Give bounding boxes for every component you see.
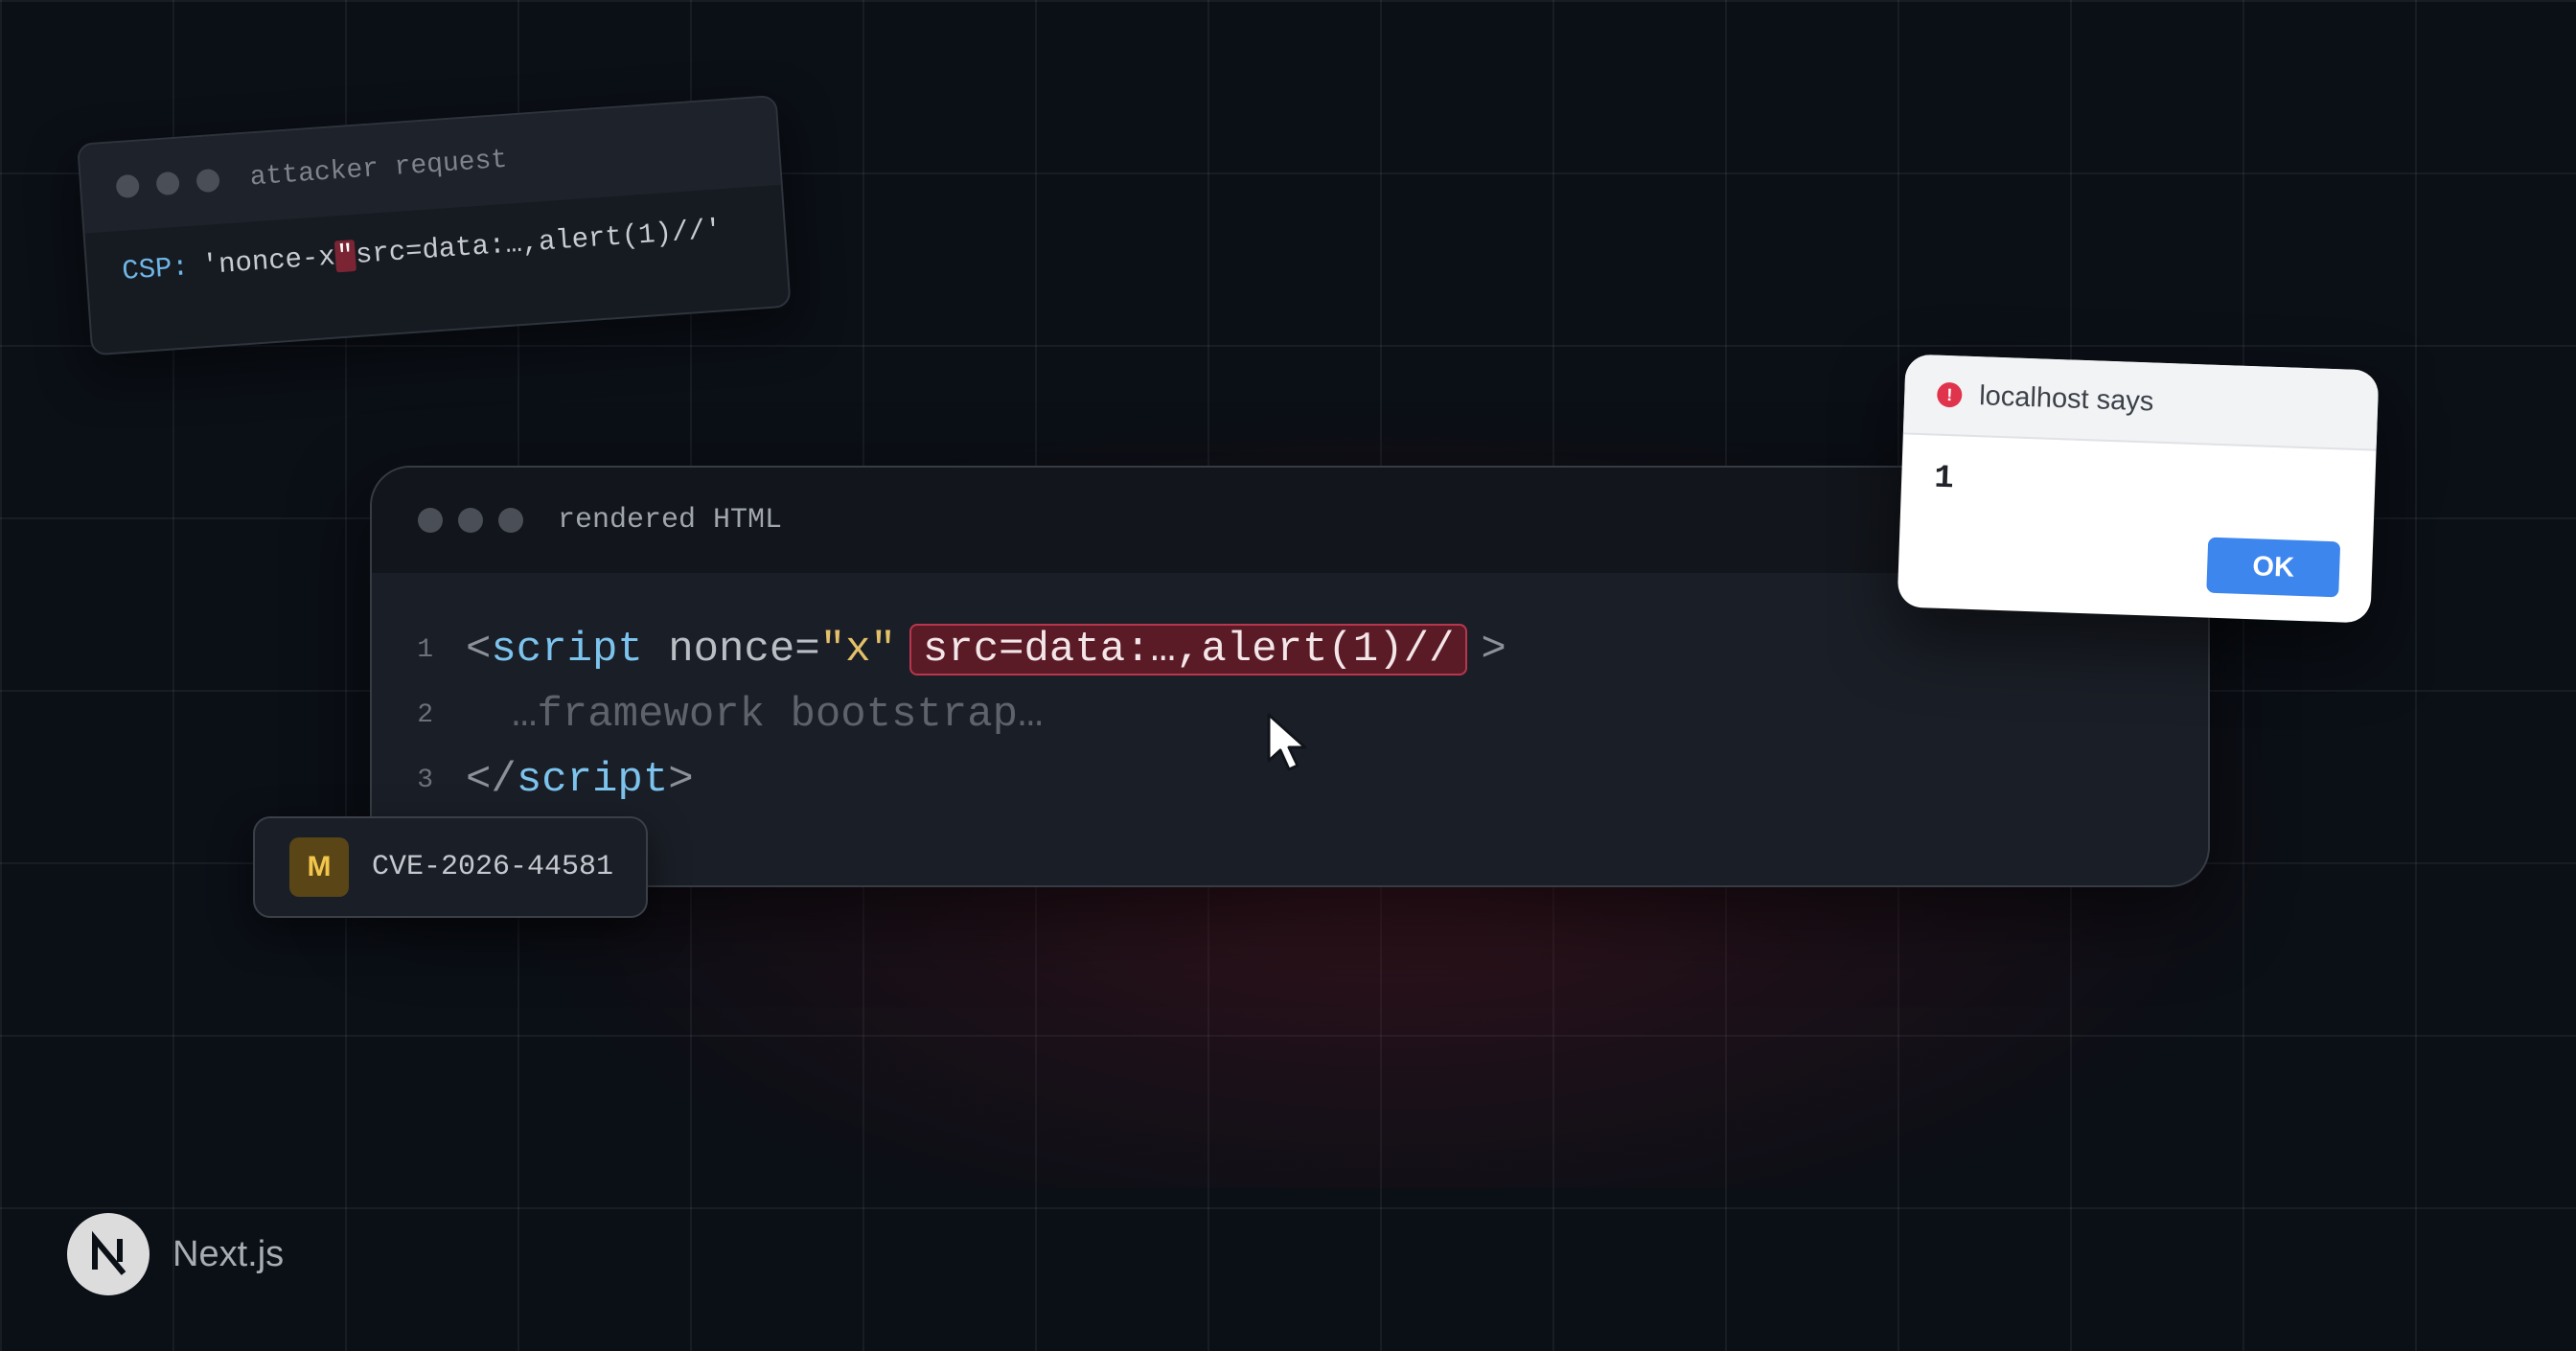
window-dot-icon: [155, 171, 180, 196]
brand-name: Next.js: [172, 1233, 285, 1274]
window-dot-icon: [196, 168, 220, 194]
window-dot-icon: [115, 173, 141, 199]
window-dot-icon: [418, 508, 443, 533]
alert-source: localhost says: [1978, 379, 2154, 418]
warning-icon: !: [1936, 381, 1963, 408]
cve-badge: M CVE-2026-44581: [253, 816, 648, 918]
injected-payload-highlight: src=data:…,alert(1)//: [908, 624, 1468, 676]
alert-dialog: ! localhost says 1 OK: [1897, 354, 2380, 624]
mouse-cursor-icon: [1267, 713, 1307, 771]
window-dot-icon: [458, 508, 483, 533]
line-number: 1: [417, 634, 433, 665]
code-line: 1 < script nonce= "x" src=data:…,alert(1)// >: [372, 617, 2208, 682]
line-number: 3: [417, 765, 433, 795]
rendered-card-title: rendered HTML: [558, 504, 783, 537]
code-attribute: nonce=: [642, 626, 820, 674]
code-tag-name: script: [516, 756, 669, 804]
severity-badge-icon: M: [289, 837, 349, 897]
csp-value-payload: src=data:…,alert(1)//': [354, 214, 724, 271]
injected-quote-highlight: ": [334, 240, 357, 273]
code-block: 1 < script nonce= "x" src=data:…,alert(1)//>…: [372, 573, 2208, 813]
line-number: 2: [417, 699, 433, 730]
code-punctuation: </: [466, 756, 517, 804]
code-punctuation: >: [1481, 626, 1506, 674]
ok-button[interactable]: OK: [2206, 537, 2341, 598]
csp-label: CSP:: [121, 251, 191, 287]
code-placeholder-text: …framework bootstrap…: [512, 691, 1044, 739]
code-punctuation: <: [466, 626, 492, 674]
csp-value-start: 'nonce-x: [200, 240, 336, 283]
nextjs-brand: Next.js: [67, 1213, 284, 1295]
nextjs-logo-icon: [67, 1213, 150, 1295]
cve-id: CVE-2026-44581: [372, 851, 614, 883]
attacker-card-title: attacker request: [248, 145, 509, 193]
code-punctuation: >: [668, 756, 694, 804]
window-dot-icon: [498, 508, 523, 533]
code-tag-name: script: [491, 626, 643, 674]
code-attribute-value: "x": [819, 626, 896, 674]
